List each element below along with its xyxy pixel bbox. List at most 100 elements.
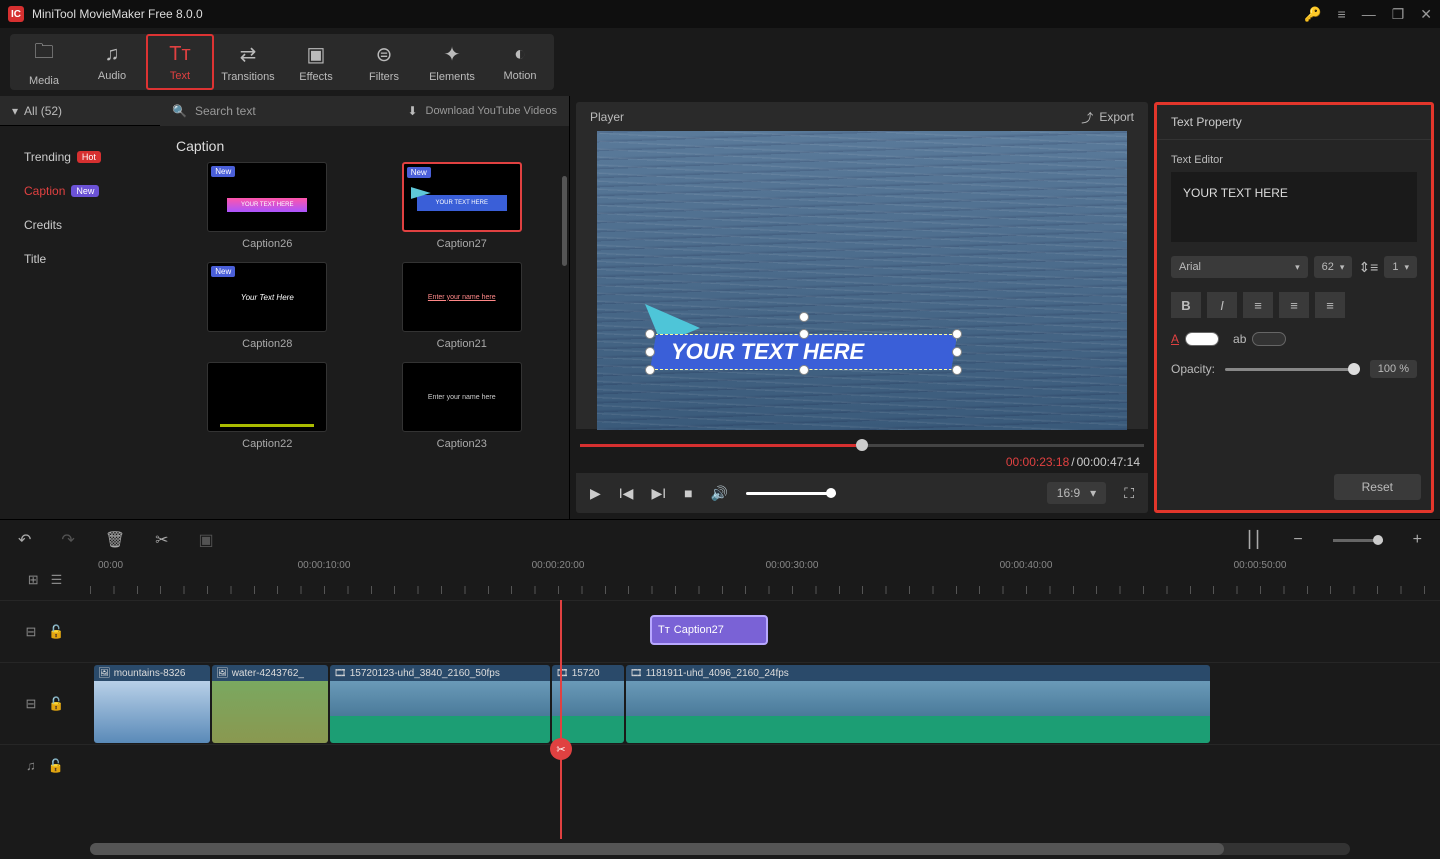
trash-icon[interactable]: 🗑: [105, 530, 125, 550]
layers-icon[interactable]: ☰: [51, 572, 63, 588]
zoom-in-icon[interactable]: +: [1413, 531, 1422, 549]
volume-icon[interactable]: 🔊: [711, 485, 728, 502]
align-center-button[interactable]: ≡: [1279, 292, 1309, 318]
align-left-button[interactable]: ≡: [1243, 292, 1273, 318]
stop-icon[interactable]: ■: [684, 485, 692, 501]
video-clip-1181911[interactable]: 🎞1181911-uhd_4096_2160_24fps: [626, 665, 1210, 743]
fullscreen-icon[interactable]: ⛶: [1124, 485, 1134, 502]
resize-handle[interactable]: [799, 329, 809, 339]
export-button[interactable]: ⤴ Export: [1081, 109, 1134, 126]
filters-icon: ⊜: [376, 42, 393, 67]
video-clip-15720[interactable]: 🎞15720: [552, 665, 624, 743]
lock-icon[interactable]: 🔓: [48, 758, 64, 774]
video-clip-water1[interactable]: 🖼water-4243762_: [212, 665, 328, 743]
rotate-handle[interactable]: [799, 312, 809, 322]
lock-icon[interactable]: 🔓: [48, 624, 64, 640]
zoom-out-icon[interactable]: −: [1293, 531, 1302, 549]
template-caption27[interactable]: NewYOUR TEXT HERE Caption27: [375, 162, 550, 250]
italic-button[interactable]: I: [1207, 292, 1237, 318]
template-caption23[interactable]: Enter your name here Caption23: [375, 362, 550, 450]
toolbar-elements[interactable]: ✦Elements: [418, 34, 486, 90]
align-right-button[interactable]: ≡: [1315, 292, 1345, 318]
toolbar-media[interactable]: 🗀Media: [10, 34, 78, 90]
browser-scrollbar[interactable]: [562, 176, 567, 266]
toolbar-effects[interactable]: ▣Effects: [282, 34, 350, 90]
chevron-down-icon: ▾: [1295, 262, 1300, 273]
search-icon: 🔍: [172, 104, 187, 118]
maximize-icon[interactable]: ❐: [1392, 6, 1405, 23]
scrubber-thumb[interactable]: [856, 439, 868, 451]
text-property-panel: Text Property Text Editor YOUR TEXT HERE…: [1154, 102, 1434, 513]
player-scrubber[interactable]: [580, 435, 1144, 455]
aspect-select[interactable]: 16:9▾: [1047, 482, 1106, 504]
lock-icon[interactable]: 🔓: [48, 696, 64, 712]
sidebar-credits[interactable]: Credits: [0, 208, 160, 242]
font-size-select[interactable]: 62▾: [1314, 256, 1353, 278]
video-preview[interactable]: YOUR TEXT HERE: [597, 131, 1127, 429]
playhead[interactable]: ✂: [560, 600, 562, 839]
undo-icon[interactable]: ↶: [18, 530, 31, 550]
close-icon[interactable]: ✕: [1420, 6, 1432, 23]
volume-slider[interactable]: [746, 492, 836, 495]
crop-icon[interactable]: ▣: [199, 530, 214, 550]
music-icon: ♫: [105, 43, 120, 66]
template-caption22[interactable]: Caption22: [180, 362, 355, 450]
sidebar-title[interactable]: Title: [0, 242, 160, 276]
bold-button[interactable]: B: [1171, 292, 1201, 318]
opacity-value: 100 %: [1370, 360, 1417, 378]
text-clip-caption27[interactable]: Tᴛ Caption27: [650, 615, 768, 645]
split-icon[interactable]: ✂: [550, 738, 572, 760]
play-icon[interactable]: ▶: [590, 485, 601, 502]
zoom-slider[interactable]: [1333, 539, 1383, 542]
minimize-icon[interactable]: —: [1362, 6, 1376, 22]
sidebar-all[interactable]: ▾ All (52): [0, 96, 160, 126]
resize-handle[interactable]: [799, 365, 809, 375]
highlight-color-swatch[interactable]: [1252, 332, 1286, 346]
toolbar-audio[interactable]: ♫Audio: [78, 34, 146, 90]
sidebar-trending[interactable]: TrendingHot: [0, 140, 160, 174]
prev-icon[interactable]: I◀: [619, 485, 634, 502]
video-clip-mountains[interactable]: 🖼mountains-8326: [94, 665, 210, 743]
line-height-select[interactable]: 1▾: [1384, 256, 1417, 278]
export-icon: ⤴: [1081, 109, 1093, 126]
search-input[interactable]: Search text: [195, 104, 399, 118]
text-color-swatch[interactable]: [1185, 332, 1219, 346]
sidebar-caption[interactable]: CaptionNew: [0, 174, 160, 208]
key-icon[interactable]: 🔑: [1304, 6, 1321, 23]
text-value-input[interactable]: YOUR TEXT HERE: [1171, 172, 1417, 242]
redo-icon[interactable]: ↷: [61, 530, 74, 550]
resize-handle[interactable]: [645, 365, 655, 375]
add-track-icon[interactable]: ⊞: [28, 572, 39, 588]
caption-overlay[interactable]: YOUR TEXT HERE: [650, 334, 957, 370]
next-icon[interactable]: ▶I: [651, 485, 666, 502]
opacity-label: Opacity:: [1171, 362, 1215, 376]
video-clip-15720123[interactable]: 🎞15720123-uhd_3840_2160_50fps: [330, 665, 550, 743]
template-caption21[interactable]: Enter your name here Caption21: [375, 262, 550, 350]
elements-icon: ✦: [444, 42, 461, 67]
snap-icon[interactable]: ⎢⎢: [1247, 530, 1263, 550]
text-icon: Tᴛ: [658, 624, 670, 636]
font-select[interactable]: Arial▾: [1171, 256, 1308, 278]
resize-handle[interactable]: [645, 347, 655, 357]
resize-handle[interactable]: [645, 329, 655, 339]
reset-button[interactable]: Reset: [1334, 474, 1421, 500]
toolbar-filters[interactable]: ⊜Filters: [350, 34, 418, 90]
video-track-icon: ⊟: [25, 696, 36, 712]
menu-icon[interactable]: ≡: [1338, 6, 1346, 22]
text-icon: Tᴛ: [169, 43, 190, 66]
highlight-color-label: ab: [1233, 332, 1246, 346]
text-color-label: A: [1171, 332, 1179, 346]
toolbar-text[interactable]: TᴛText: [146, 34, 214, 90]
timeline-ruler[interactable]: 00:00 00:00:10:00 00:00:20:00 00:00:30:0…: [90, 560, 1440, 600]
motion-icon: ◐: [514, 43, 526, 66]
toolbar-transitions[interactable]: ⇄Transitions: [214, 34, 282, 90]
template-caption28[interactable]: NewYour Text Here Caption28: [180, 262, 355, 350]
template-caption26[interactable]: NewYOUR TEXT HERE Caption26: [180, 162, 355, 250]
scissors-icon[interactable]: ✂: [155, 530, 168, 550]
toolbar-motion[interactable]: ◐Motion: [486, 34, 554, 90]
line-height-icon: ⇕≡: [1358, 259, 1378, 276]
new-badge: New: [407, 167, 431, 178]
opacity-slider[interactable]: [1225, 368, 1360, 371]
download-youtube-link[interactable]: Download YouTube Videos: [426, 105, 558, 117]
timeline-scrollbar[interactable]: [90, 843, 1350, 855]
